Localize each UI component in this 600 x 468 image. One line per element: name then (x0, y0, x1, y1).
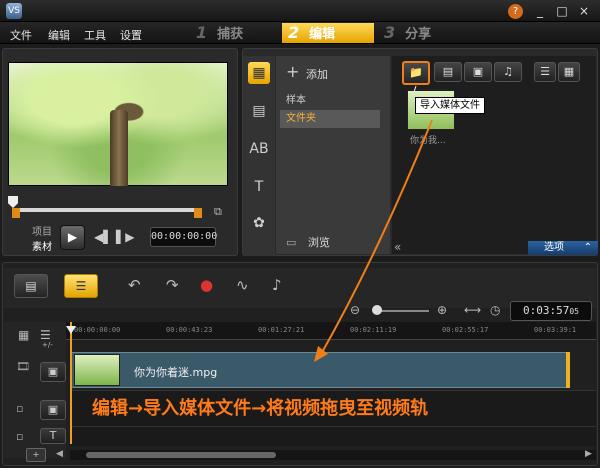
title-icon[interactable]: T (248, 176, 270, 198)
chapter-icon[interactable]: ☰ (40, 328, 51, 342)
options-button[interactable]: 选项 ⌃ (528, 241, 598, 255)
ruler-tick: 00:02:55:17 (442, 326, 489, 334)
clip-thumbnail[interactable] (74, 354, 120, 386)
playhead[interactable] (70, 322, 72, 444)
app-logo-icon: VS (6, 3, 22, 19)
auto-music-icon[interactable]: ♪ (272, 276, 282, 294)
prev-frame-icon[interactable]: ◀▌ (94, 230, 112, 244)
tree-image (110, 110, 128, 186)
collapse-icon[interactable]: « (394, 240, 401, 254)
show-photo-button[interactable]: ▣ (464, 62, 492, 82)
transition-icon[interactable]: ▤ (248, 100, 270, 122)
add-folder-button[interactable]: 添加 (306, 66, 328, 82)
overlay-track-toggle[interactable]: ▣ (40, 400, 66, 420)
timecode-display[interactable]: 00:00:00:00 (150, 227, 217, 247)
add-icon[interactable]: + (286, 62, 299, 81)
ruler-tick: 00:00:00:00 (74, 326, 121, 334)
add-track-button[interactable]: + (26, 448, 46, 462)
menu-file[interactable]: 文件 (10, 27, 32, 43)
audio-mixer-icon[interactable]: ∿ (236, 276, 249, 294)
show-audio-button[interactable]: ♫ (494, 62, 522, 82)
clip-mode-label[interactable]: 素材 (32, 238, 52, 253)
library-item-samples[interactable]: 样本 (280, 92, 380, 110)
zoom-slider-handle[interactable] (372, 305, 382, 315)
close-button[interactable]: × (576, 3, 592, 19)
list-view-button[interactable]: ☰ (534, 62, 556, 82)
project-duration: 0:03:5705 (510, 301, 592, 321)
ruler-tick: 00:03:39:1 (534, 326, 577, 334)
zoom-slider[interactable] (374, 310, 429, 312)
media-icon[interactable]: ▦ (248, 62, 270, 84)
library-content (392, 56, 596, 254)
library-list (276, 56, 390, 254)
title-lock-icon[interactable]: ▫ (16, 430, 23, 443)
next-frame-icon[interactable]: ▌▶ (116, 230, 134, 244)
tab-edit[interactable]: 2 编辑 (282, 23, 374, 43)
minimize-button[interactable]: _ (532, 3, 548, 19)
track-manager-icon[interactable]: ▦ (18, 328, 29, 342)
tab-share[interactable]: 3 分享 (378, 23, 468, 43)
record-icon[interactable]: ● (200, 276, 213, 294)
import-tooltip: 导入媒体文件 (415, 97, 485, 114)
title-track[interactable] (70, 426, 596, 446)
clip-end-handle[interactable] (566, 352, 570, 388)
graphics-icon[interactable]: ✿ (248, 212, 270, 234)
trim-start-marker[interactable] (12, 208, 20, 218)
thumbnail-view-button[interactable]: ▦ (558, 62, 580, 82)
thumbnail-label: 你为我... (410, 136, 446, 146)
video-track-icon: 🎞 (16, 360, 30, 373)
overlay-lock-icon[interactable]: ▫ (16, 402, 23, 415)
enlarge-icon[interactable]: ⧉ (214, 205, 222, 219)
chevron-up-icon: ⌃ (583, 242, 592, 253)
ruler-tick: 00:01:27:21 (258, 326, 305, 334)
timeline-ruler[interactable] (66, 322, 596, 340)
undo-icon[interactable]: ↶ (128, 276, 141, 294)
fit-timeline-icon[interactable]: ⟷ (464, 303, 481, 317)
show-video-button[interactable]: ▤ (434, 62, 462, 82)
project-mode-label[interactable]: 项目 (32, 223, 52, 238)
ruler-tick: 00:02:11:19 (350, 326, 397, 334)
import-media-button[interactable]: 📁 (402, 61, 430, 85)
menu-edit[interactable]: 编辑 (48, 27, 70, 43)
clock-icon: ◷ (490, 303, 501, 317)
browse-icon[interactable]: ▭ (286, 236, 296, 249)
scrollbar-thumb[interactable] (86, 452, 276, 458)
trim-end-marker[interactable] (194, 208, 202, 218)
scroll-right-icon[interactable]: ▶ (585, 449, 592, 459)
ruler-tick: 00:00:43:23 (166, 326, 213, 334)
track-toggle-label[interactable]: +/- (42, 341, 53, 349)
zoom-out-icon[interactable]: ⊖ (350, 303, 360, 317)
scroll-left-icon[interactable]: ◀ (56, 449, 63, 459)
clip-name: 你为你着迷.mpg (134, 366, 218, 379)
redo-icon[interactable]: ↷ (166, 276, 179, 294)
maximize-button[interactable]: □ (554, 3, 570, 19)
library-item-folder[interactable]: 文件夹 (280, 110, 380, 128)
scrub-bar[interactable] (12, 208, 198, 212)
timeline-view-button[interactable]: ▤ (14, 274, 48, 298)
zoom-in-icon[interactable]: ⊕ (437, 303, 447, 317)
instruction-caption: 编辑→导入媒体文件→将视频拖曳至视频轨 (92, 398, 429, 419)
filter-icon[interactable]: AB (248, 138, 270, 160)
title-track-toggle[interactable]: T (40, 428, 66, 444)
storyboard-view-button[interactable]: ☰ (64, 274, 98, 298)
menu-settings[interactable]: 设置 (120, 27, 142, 43)
menu-tools[interactable]: 工具 (84, 27, 106, 43)
play-button[interactable]: ▶ (60, 225, 85, 250)
browse-button[interactable]: 浏览 (308, 234, 330, 250)
help-icon[interactable]: ? (508, 4, 523, 19)
video-track-toggle[interactable]: ▣ (40, 362, 66, 382)
tab-capture[interactable]: 1 捕获 (190, 23, 280, 43)
